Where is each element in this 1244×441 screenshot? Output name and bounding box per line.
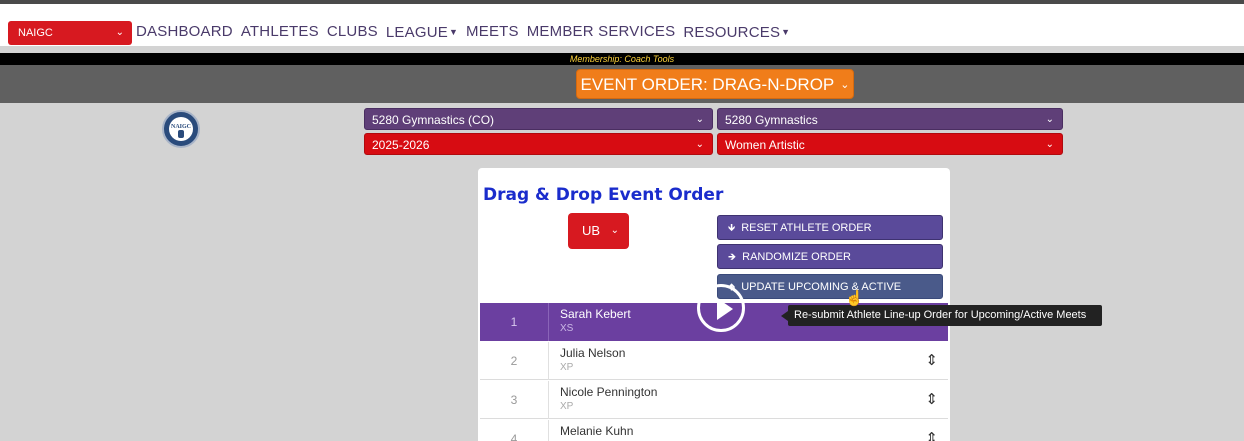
arrow-right-icon: 🡺 (728, 252, 737, 263)
org-select-label: NAIGC (18, 27, 53, 39)
top-nav: NAIGC ⌄ DASHBOARD ATHLETES CLUBS LEAGUE▼… (0, 0, 1244, 46)
row-divider (548, 381, 549, 419)
athlete-level: XS (560, 323, 574, 334)
team-select-label: 5280 Gymnastics (725, 113, 818, 127)
athlete-row[interactable]: 4 Melanie Kuhn ⇕ (480, 420, 948, 441)
chevron-down-icon: ⌄ (1045, 114, 1054, 125)
update-upcoming-active-button[interactable]: 🡹 UPDATE UPCOMING & ACTIVE (717, 274, 943, 299)
membership-bar: Membership: Coach Tools (0, 53, 1244, 65)
logo-seal: NAIGC (169, 117, 193, 141)
gymnast-figure-icon (178, 130, 184, 138)
nav-link-member-services[interactable]: MEMBER SERVICES (527, 22, 684, 43)
season-select[interactable]: 2025-2026 ⌄ (364, 133, 713, 155)
season-select-label: 2025-2026 (372, 138, 430, 152)
discipline-select[interactable]: Women Artistic ⌄ (717, 133, 1063, 155)
athlete-name: Melanie Kuhn (560, 424, 634, 438)
chevron-down-icon: ⌄ (840, 79, 850, 91)
club-select-label: 5280 Gymnastics (CO) (372, 113, 495, 127)
athlete-level: XP (560, 401, 574, 412)
chevron-down-icon: ⌄ (115, 27, 124, 38)
team-select[interactable]: 5280 Gymnastics ⌄ (717, 108, 1063, 130)
row-divider (548, 342, 549, 380)
caret-down-icon: ▼ (781, 27, 791, 37)
drag-handle-icon[interactable]: ⇕ (925, 351, 938, 369)
athlete-row[interactable]: 3 Nicole Pennington XP ⇕ (480, 381, 948, 419)
discipline-select-label: Women Artistic (725, 138, 805, 152)
drag-handle-icon[interactable]: ⇕ (925, 429, 938, 441)
naigc-logo: NAIGC (162, 110, 200, 148)
update-button-tooltip: Re-submit Athlete Line-up Order for Upco… (788, 305, 1102, 326)
nav-link-clubs[interactable]: CLUBS (327, 22, 386, 43)
club-select[interactable]: 5280 Gymnastics (CO) ⌄ (364, 108, 713, 130)
randomize-order-button[interactable]: 🡺 RANDOMIZE ORDER (717, 244, 943, 269)
chevron-down-icon: ⌄ (695, 114, 704, 125)
tooltip-arrow (781, 311, 788, 321)
nav-link-meets[interactable]: MEETS (466, 22, 527, 43)
card-title: Drag & Drop Event Order (483, 185, 724, 205)
randomize-button-label: RANDOMIZE ORDER (742, 251, 851, 263)
reset-athlete-order-button[interactable]: 🡻 RESET ATHLETE ORDER (717, 215, 943, 240)
play-triangle (717, 298, 733, 320)
athlete-order: 2 (510, 354, 518, 368)
athlete-name: Nicole Pennington (560, 385, 658, 399)
nav-link-league[interactable]: LEAGUE▼ (386, 22, 466, 43)
athlete-name: Julia Nelson (560, 346, 626, 360)
reset-button-label: RESET ATHLETE ORDER (741, 222, 872, 234)
hand-cursor-icon: ☝ (845, 290, 864, 307)
athlete-order: 3 (510, 393, 518, 407)
caret-down-icon: ▼ (448, 27, 459, 37)
chevron-down-icon: ⌄ (695, 139, 704, 150)
top-rule (0, 0, 1244, 4)
event-select[interactable]: UB ⌄ (568, 213, 629, 249)
update-button-label: UPDATE UPCOMING & ACTIVE (741, 281, 902, 293)
nav-link-dashboard[interactable]: DASHBOARD (136, 22, 241, 43)
athlete-order: 4 (510, 432, 518, 441)
nav-link-athletes[interactable]: ATHLETES (241, 22, 327, 43)
page-select[interactable]: EVENT ORDER: DRAG-N-DROP ⌄ (576, 69, 854, 99)
arrow-down-icon: 🡻 (728, 223, 736, 234)
event-bar: EVENT ORDER: DRAG-N-DROP ⌄ (0, 65, 1244, 103)
event-select-label: UB (582, 223, 601, 238)
nav-link-resources[interactable]: RESOURCES▼ (683, 22, 798, 43)
page-select-label: EVENT ORDER: DRAG-N-DROP (580, 75, 835, 94)
chevron-down-icon: ⌄ (1045, 139, 1054, 150)
org-select[interactable]: NAIGC ⌄ (8, 21, 132, 45)
athlete-level: XP (560, 362, 574, 373)
nav-links: DASHBOARD ATHLETES CLUBS LEAGUE▼ MEETS M… (136, 22, 798, 43)
row-divider (548, 420, 549, 441)
athlete-order: 1 (510, 315, 518, 329)
chevron-down-icon: ⌄ (610, 225, 619, 236)
athlete-name: Sarah Kebert (560, 307, 631, 321)
athlete-row[interactable]: 2 Julia Nelson XP ⇕ (480, 342, 948, 380)
drag-handle-icon[interactable]: ⇕ (925, 390, 938, 408)
row-divider (548, 303, 549, 341)
video-play-icon[interactable] (697, 284, 745, 332)
